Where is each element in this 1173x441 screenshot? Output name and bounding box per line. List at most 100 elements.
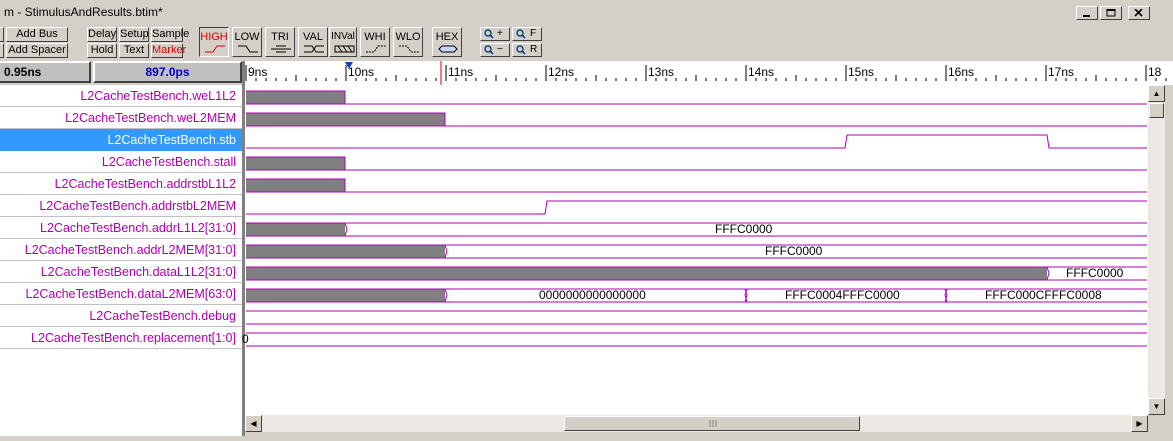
low-level-button[interactable]: LOW: [232, 27, 262, 57]
bus-value-dataL2MEM-2: FFFC0004FFFC0000: [785, 288, 900, 302]
inval-level-button[interactable]: INVal: [329, 27, 357, 57]
magnifier-icon: [516, 45, 526, 55]
wlo-label: WLO: [395, 31, 421, 43]
hex-icon: [438, 45, 458, 53]
magnifier-icon: [484, 45, 494, 55]
undefined-region: [246, 179, 345, 192]
undefined-region: [246, 223, 345, 236]
bus-value-addrL1L2: FFFC0000: [715, 222, 773, 236]
text-button[interactable]: Text: [119, 43, 149, 58]
bus-value-replacement: 0: [242, 332, 249, 346]
wlo-icon: [399, 45, 419, 53]
scroll-right-button[interactable]: ▶: [1131, 415, 1148, 432]
horizontal-scroll-thumb[interactable]: [564, 416, 860, 431]
vertical-scroll-thumb[interactable]: [1149, 103, 1164, 118]
zoom-in-button[interactable]: +: [480, 27, 510, 41]
close-button[interactable]: [1128, 6, 1150, 20]
low-label: LOW: [234, 31, 260, 43]
vertical-scrollbar[interactable]: ▲ ▼: [1148, 85, 1165, 415]
scroll-left-button[interactable]: ◀: [245, 415, 262, 432]
inval-label: INVal: [331, 31, 355, 42]
hidden-left-button[interactable]: [0, 27, 4, 42]
high-label: HIGH: [200, 31, 228, 43]
high-icon: [205, 45, 225, 53]
signal-name[interactable]: L2CacheTestBench.debug: [0, 305, 242, 327]
signal-name[interactable]: L2CacheTestBench.stall: [0, 151, 242, 173]
toolbar: Add Bus Add Spacer Delay Setup Sample Ho…: [0, 24, 1173, 60]
inval-icon: [334, 45, 355, 53]
marker-time-display: 897.0ps: [93, 61, 242, 83]
hold-button[interactable]: Hold: [87, 43, 117, 58]
scroll-down-button[interactable]: ▼: [1148, 398, 1165, 415]
undefined-region: [246, 267, 1047, 280]
window-title: m - StimulusAndResults.btim*: [4, 5, 163, 19]
delay-button[interactable]: Delay: [87, 27, 117, 42]
waveform-empty-area[interactable]: [245, 349, 1148, 415]
undefined-region: [246, 91, 345, 104]
hex-button[interactable]: HEX: [432, 27, 462, 57]
minimize-icon: [1083, 15, 1090, 17]
magnifier-icon: [516, 29, 526, 39]
hex-label: HEX: [435, 31, 459, 43]
minimize-button[interactable]: [1076, 6, 1098, 20]
ruler-label: 14ns: [748, 65, 775, 79]
high-level-button[interactable]: HIGH: [199, 27, 229, 57]
close-icon: [1134, 9, 1143, 17]
signal-name[interactable]: L2CacheTestBench.weL2MEM: [0, 107, 242, 129]
ruler-label: 17ns: [1048, 65, 1075, 79]
undefined-region: [246, 289, 445, 302]
val-level-button[interactable]: VAL: [298, 27, 328, 57]
zoom-out-label: −: [497, 44, 503, 55]
zoom-out-button[interactable]: −: [480, 43, 510, 57]
signal-name[interactable]: L2CacheTestBench.addrL1L2[31:0]: [0, 217, 242, 239]
ruler-label: 18: [1148, 65, 1162, 79]
signal-name[interactable]: L2CacheTestBench.replacement[1:0]: [0, 327, 242, 349]
signal-name[interactable]: L2CacheTestBench.addrL2MEM[31:0]: [0, 239, 242, 261]
grip-icon: [709, 420, 717, 427]
ruler-label: 16ns: [948, 65, 975, 79]
ruler-label: 13ns: [648, 65, 675, 79]
bus-value-addrL2MEM: FFFC0000: [765, 244, 823, 258]
bus-value-dataL2MEM-1: 0000000000000000: [539, 288, 646, 302]
maximize-button[interactable]: [1100, 6, 1122, 20]
signal-name[interactable]: L2CacheTestBench.dataL2MEM[63:0]: [0, 283, 242, 305]
tri-level-button[interactable]: TRI: [265, 27, 295, 57]
low-icon: [238, 45, 258, 53]
tri-icon: [271, 45, 291, 53]
maximize-icon: [1106, 9, 1116, 17]
signal-name[interactable]: L2CacheTestBench.weL1L2: [0, 85, 242, 107]
ruler-label: 10ns: [348, 65, 375, 79]
zoom-full-button[interactable]: F: [512, 27, 542, 41]
signal-name[interactable]: L2CacheTestBench.addrstbL2MEM: [0, 195, 242, 217]
add-spacer-button[interactable]: Add Spacer: [6, 43, 68, 58]
size-grip: [1148, 415, 1165, 432]
whi-icon: [366, 45, 386, 53]
ruler-label: 9ns: [248, 65, 268, 79]
magnifier-icon: [484, 29, 494, 39]
scroll-up-button[interactable]: ▲: [1148, 85, 1165, 102]
whi-level-button[interactable]: WHI: [360, 27, 390, 57]
waveform-area[interactable]: FFFC0000 FFFC0000 FFFC0000 0000000000000…: [242, 85, 1148, 349]
marker-button[interactable]: Marker: [151, 43, 186, 58]
title-bar: m - StimulusAndResults.btim*: [0, 0, 1173, 24]
zoom-in-label: +: [497, 28, 503, 39]
val-icon: [304, 45, 324, 53]
zoom-range-button[interactable]: R: [512, 43, 542, 57]
time-ruler[interactable]: 9ns 10ns 11ns 12ns 13ns 14ns 15ns 16ns 1…: [245, 61, 1173, 85]
signal-name[interactable]: L2CacheTestBench.addrstbL1L2: [0, 173, 242, 195]
sample-button[interactable]: Sample: [151, 27, 189, 42]
setup-button[interactable]: Setup: [119, 27, 149, 42]
ruler-label: 12ns: [548, 65, 575, 79]
ruler-label: 11ns: [448, 65, 474, 79]
signal-name[interactable]: L2CacheTestBench.dataL1L2[31:0]: [0, 261, 242, 283]
hidden-left-button-2[interactable]: [0, 43, 4, 58]
zoom-range-label: R: [530, 44, 538, 55]
tri-label: TRI: [271, 31, 289, 43]
whi-label: WHI: [364, 31, 386, 43]
horizontal-scrollbar[interactable]: ◀ ▶: [245, 415, 1148, 432]
add-bus-button[interactable]: Add Bus: [6, 27, 68, 42]
val-label: VAL: [303, 31, 323, 43]
bus-value-dataL2MEM-3: FFFC000CFFFC0008: [985, 288, 1102, 302]
wlo-level-button[interactable]: WLO: [393, 27, 423, 57]
signal-name-selected[interactable]: L2CacheTestBench.stb: [0, 129, 242, 151]
